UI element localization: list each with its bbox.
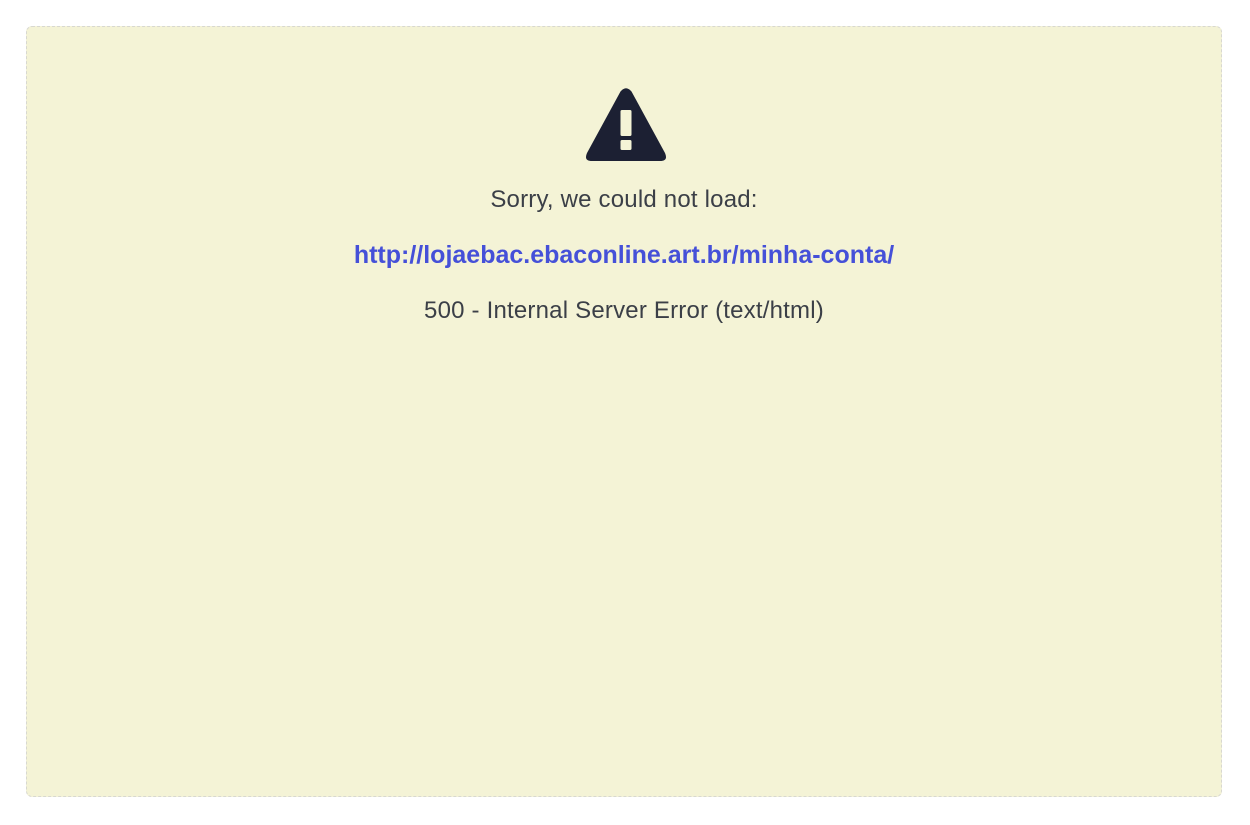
error-panel: Sorry, we could not load: http://lojaeba… [26,26,1222,797]
error-status: 500 - Internal Server Error (text/html) [424,297,824,324]
warning-triangle-icon [585,87,667,163]
failed-url-link[interactable]: http://lojaebac.ebaconline.art.br/minha-… [27,241,1221,270]
error-message: Sorry, we could not load: [490,186,758,213]
